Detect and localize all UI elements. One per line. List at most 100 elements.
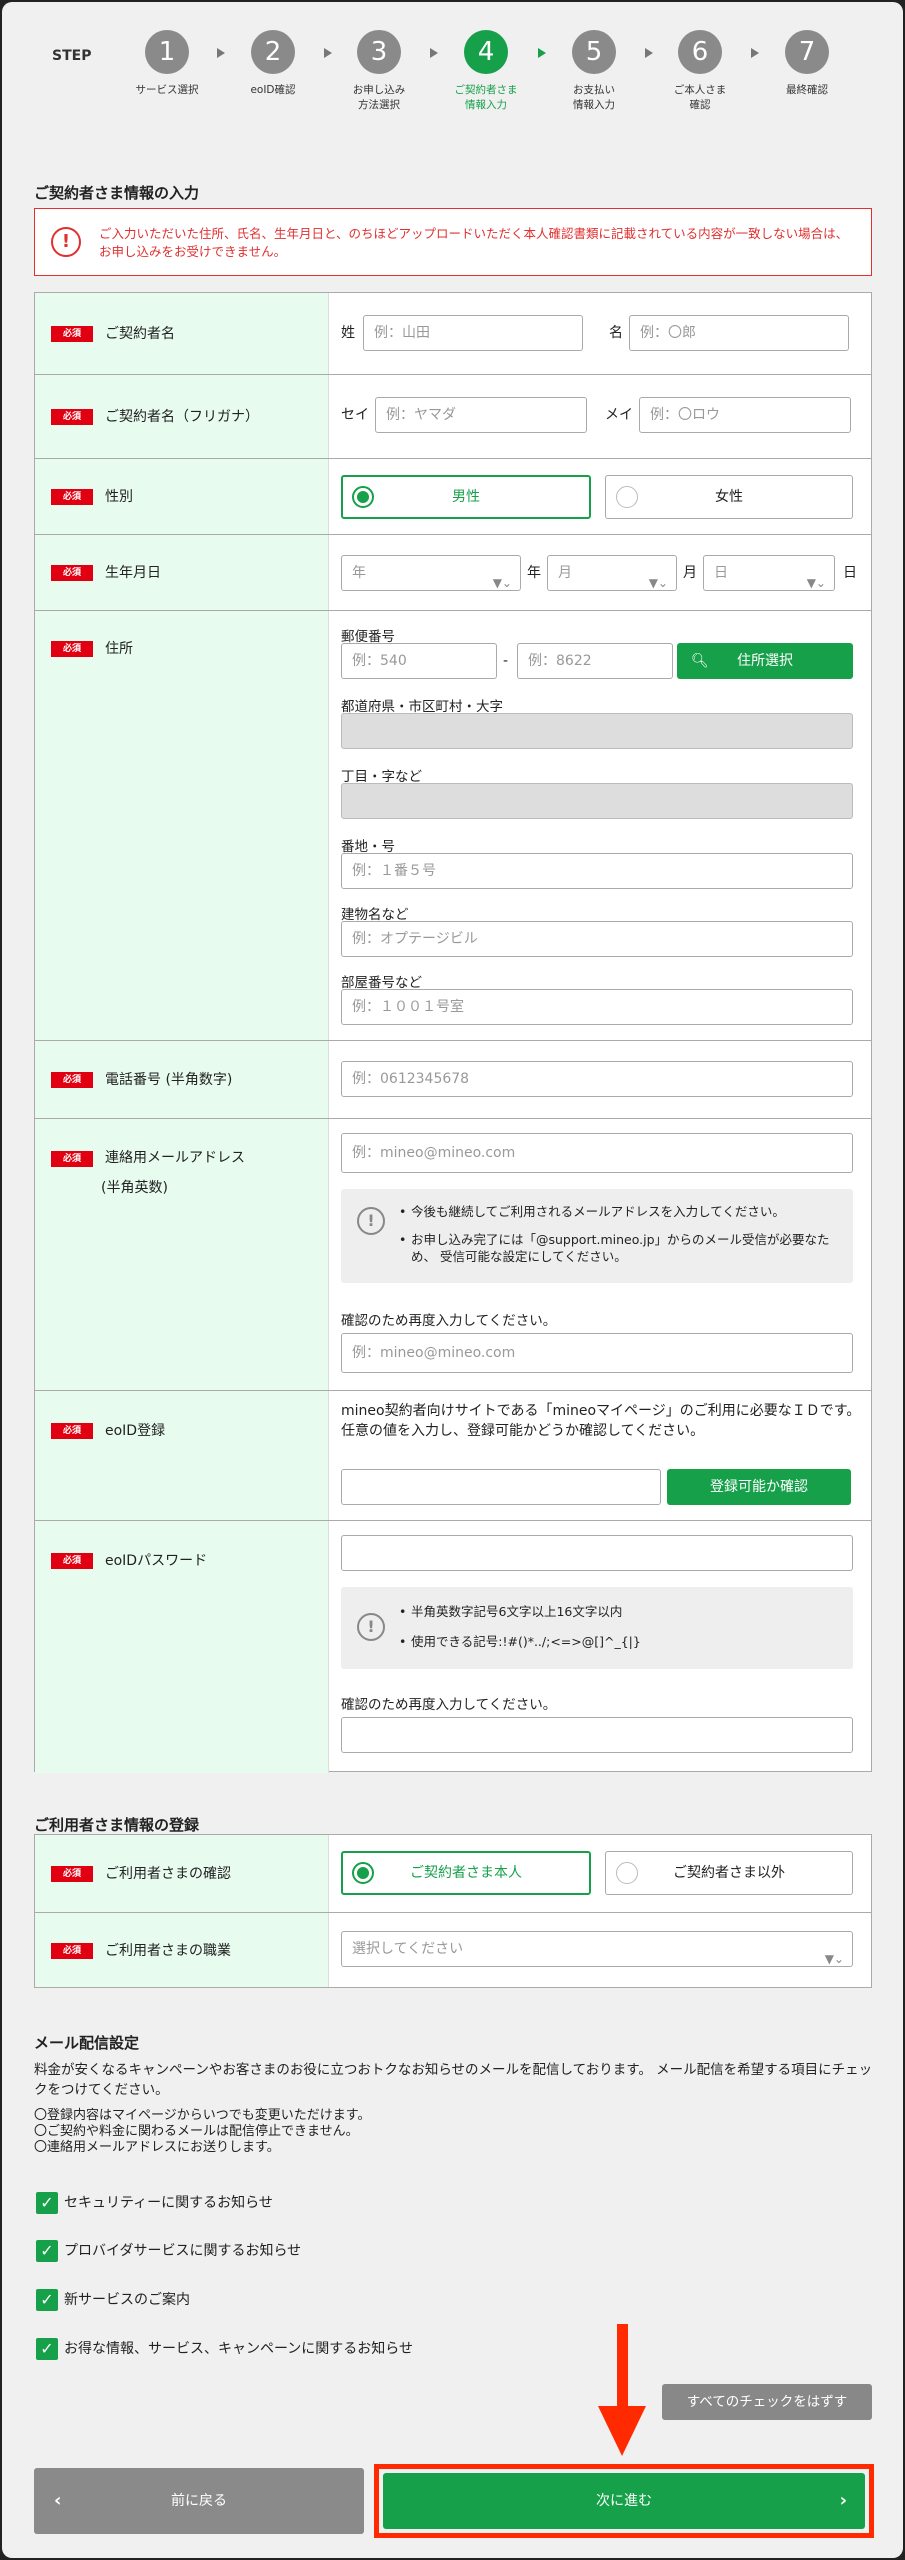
- select-value: 月: [558, 565, 572, 581]
- step-label: 最終確認: [786, 84, 828, 96]
- chome-field: [341, 783, 853, 819]
- uncheck-all-button[interactable]: すべてのチェックをはずす: [662, 2384, 872, 2420]
- search-icon: 🔍︎: [691, 653, 709, 669]
- first-name-input[interactable]: 例：〇郎: [629, 315, 849, 351]
- row-address: 必須 住所 郵便番号 例：540 - 例：8622 🔍︎ 住所選択 都道府県・市区町…: [35, 611, 871, 1041]
- row-label: 住所: [105, 641, 133, 657]
- last-name-kana-input[interactable]: 例：ヤマダ: [375, 397, 587, 433]
- contract-form: 必須 ご契約者名 姓 例：山田 名 例：〇郎 必須 ご契約者名（フリガナ） セイ 例…: [34, 292, 872, 1773]
- mismatch-alert: ! ご入力いただいた住所、氏名、生年月日と、のちほどアップロードいただく本人確認…: [34, 208, 872, 276]
- radio-label: ご契約者さま以外: [673, 1865, 785, 1881]
- checkbox-provider[interactable]: ✓: [36, 2240, 58, 2262]
- mail-description: 料金が安くなるキャンペーンやお客さまのお役に立つおトクなお知らせのメールを配信し…: [34, 2062, 873, 2098]
- step-1: 1 サービス選択: [112, 30, 222, 98]
- job-select[interactable]: 選択してください ▼⌄: [341, 1931, 853, 1967]
- first-name-kana-input[interactable]: 例：〇ロウ: [639, 397, 851, 433]
- checkbox-provider-label: プロバイダサービスに関するお知らせ: [64, 2243, 302, 2259]
- birth-month-select[interactable]: 月 ▼⌄: [547, 555, 677, 591]
- step-number: 2: [251, 30, 295, 74]
- email-note-2: お申し込み完了には「@support.mineo.jp」からのメール受信が必要な…: [399, 1231, 839, 1265]
- email-input[interactable]: 例：mineo@mineo.com: [341, 1133, 853, 1173]
- password-confirm-label: 確認のため再度入力してください。: [341, 1697, 557, 1713]
- building-input[interactable]: 例：オプテージビル: [341, 921, 853, 957]
- eoid-check-button[interactable]: 登録可能か確認: [667, 1469, 851, 1505]
- user-section-title: ご利用者さま情報の登録: [34, 1816, 200, 1834]
- select-value: 日: [714, 565, 728, 581]
- button-label: 次に進む: [596, 2493, 652, 2509]
- row-birth: 必須 生年月日 年 ▼⌄ 年 月 ▼⌄ 月 日 ▼⌄ 日: [35, 535, 871, 611]
- step-label: eoID確認: [250, 84, 296, 96]
- eoid-input[interactable]: [341, 1469, 661, 1505]
- row-label: 生年月日: [105, 565, 161, 581]
- user-other-radio[interactable]: ご契約者さま以外: [605, 1851, 853, 1895]
- select-value: 年: [352, 565, 366, 581]
- next-button[interactable]: 次に進む ›: [383, 2473, 865, 2529]
- required-badge: 必須: [51, 1151, 93, 1167]
- step-label: ご本人さま 確認: [673, 84, 727, 111]
- row-user-job: 必須 ご利用者さまの職業 選択してください ▼⌄: [35, 1913, 871, 1987]
- zip2-input[interactable]: 例：8622: [517, 643, 673, 679]
- radio-label: 女性: [715, 489, 743, 505]
- step-number: 7: [785, 30, 829, 74]
- email-note: ! 今後も継続してご利用されるメールアドレスを入力してください。 お申し込み完了…: [341, 1189, 853, 1283]
- step-7: 7 最終確認: [752, 30, 862, 98]
- chevron-down-icon: ▼⌄: [824, 1952, 844, 1966]
- step-label: サービス選択: [135, 84, 199, 96]
- chevron-down-icon: ▼⌄: [648, 576, 668, 590]
- row-label: ご利用者さまの職業: [105, 1943, 231, 1959]
- step-label: お支払い 情報入力: [573, 84, 615, 111]
- sei-kana-tag: セイ: [341, 407, 369, 423]
- row-label: 性別: [105, 489, 133, 505]
- room-input[interactable]: 例：１００１号室: [341, 989, 853, 1025]
- banchi-input[interactable]: 例：１番５号: [341, 853, 853, 889]
- password-note: ! 半角英数字記号6文字以上16文字以内 使用できる記号:!#()*../;<=…: [341, 1587, 853, 1669]
- back-button[interactable]: ‹ 前に戻る: [34, 2468, 364, 2534]
- password-confirm-input[interactable]: [341, 1717, 853, 1753]
- row-gender: 必須 性別 男性 女性: [35, 459, 871, 535]
- radio-dot: [352, 486, 374, 508]
- required-badge: 必須: [51, 409, 93, 425]
- chevron-left-icon: ‹: [54, 2490, 62, 2511]
- user-self-radio[interactable]: ご契約者さま本人: [341, 1851, 591, 1895]
- checkbox-deals[interactable]: ✓: [36, 2338, 58, 2360]
- month-unit: 月: [683, 565, 697, 581]
- row-label: ご契約者名（フリガナ）: [105, 409, 259, 425]
- address-search-button[interactable]: 🔍︎ 住所選択: [677, 643, 853, 679]
- chevron-down-icon: ▼⌄: [492, 576, 512, 590]
- zip1-input[interactable]: 例：540: [341, 643, 497, 679]
- birth-year-select[interactable]: 年 ▼⌄: [341, 555, 521, 591]
- checkbox-new-service[interactable]: ✓: [36, 2289, 58, 2311]
- required-badge: 必須: [51, 326, 93, 342]
- checkbox-new-service-label: 新サービスのご案内: [64, 2292, 190, 2308]
- row-label: ご契約者名: [105, 326, 175, 342]
- year-unit: 年: [527, 565, 541, 581]
- red-arrow-head-icon: [598, 2406, 646, 2456]
- step-2: 2 eoID確認: [218, 30, 328, 98]
- row-password: 必須 eoIDパスワード ! 半角英数字記号6文字以上16文字以内 使用できる記号…: [35, 1521, 871, 1773]
- birth-day-select[interactable]: 日 ▼⌄: [703, 555, 835, 591]
- email-note-1: 今後も継続してご利用されるメールアドレスを入力してください。: [399, 1203, 839, 1220]
- required-badge: 必須: [51, 1072, 93, 1088]
- zip-dash: -: [503, 653, 509, 669]
- page: STEP 1 サービス選択 2 eoID確認 3 お申し込み 方法選択 4 ご契約者さま…: [2, 2, 903, 2558]
- phone-input[interactable]: 例：0612345678: [341, 1061, 853, 1097]
- gender-female-radio[interactable]: 女性: [605, 475, 853, 519]
- gender-male-radio[interactable]: 男性: [341, 475, 591, 519]
- required-badge: 必須: [51, 1866, 93, 1882]
- contract-section-title: ご契約者さま情報の入力: [34, 184, 200, 202]
- checkbox-deals-label: お得な情報、サービス、キャンペーンに関するお知らせ: [64, 2341, 414, 2357]
- required-badge: 必須: [51, 565, 93, 581]
- email-confirm-input[interactable]: 例：mineo@mineo.com: [341, 1333, 853, 1373]
- info-icon: !: [357, 1613, 385, 1641]
- step-4: 4 ご契約者さま 情報入力: [431, 30, 541, 113]
- checkbox-security[interactable]: ✓: [36, 2192, 58, 2214]
- radio-dot: [616, 486, 638, 508]
- row-label: ご利用者さまの確認: [105, 1866, 231, 1882]
- step-number: 3: [357, 30, 401, 74]
- row-kana: 必須 ご契約者名（フリガナ） セイ 例：ヤマダ メイ 例：〇ロウ: [35, 375, 871, 459]
- radio-dot: [616, 1862, 638, 1884]
- row-user-confirm: 必須 ご利用者さまの確認 ご契約者さま本人 ご契約者さま以外: [35, 1835, 871, 1913]
- last-name-input[interactable]: 例：山田: [363, 315, 583, 351]
- password-input[interactable]: [341, 1535, 853, 1571]
- step-label: お申し込み 方法選択: [352, 84, 406, 111]
